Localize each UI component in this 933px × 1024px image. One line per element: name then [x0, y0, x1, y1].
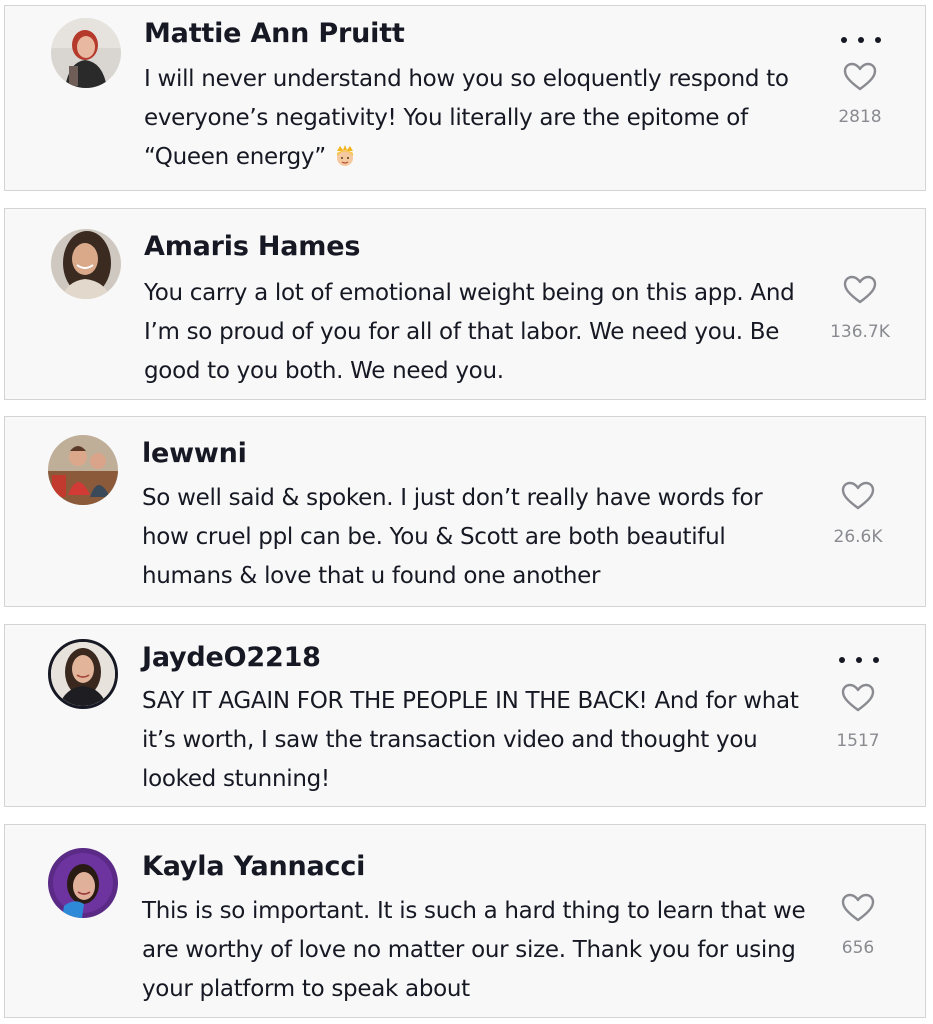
like-count: 1517: [836, 731, 880, 751]
avatar[interactable]: [48, 848, 118, 918]
avatar[interactable]: [48, 435, 118, 505]
heart-icon[interactable]: [841, 683, 875, 713]
username[interactable]: JaydeO2218: [142, 642, 321, 673]
like-count: 136.7K: [830, 322, 890, 342]
like-count: 26.6K: [833, 527, 883, 547]
avatar[interactable]: [51, 229, 121, 299]
avatar[interactable]: [48, 639, 118, 709]
comment-card: Kayla Yannacci This is so important. It …: [4, 824, 926, 1018]
heart-icon[interactable]: [841, 481, 875, 511]
avatar[interactable]: [51, 18, 121, 88]
like-count: 2818: [838, 107, 882, 127]
princess-emoji-icon: [332, 141, 358, 180]
comment-text: I will never understand how you so eloqu…: [144, 60, 816, 180]
username[interactable]: Kayla Yannacci: [142, 851, 365, 882]
username[interactable]: Amaris Hames: [144, 231, 360, 262]
comment-card: Mattie Ann Pruitt I will never understan…: [4, 5, 926, 191]
comment-card: JaydeO2218 SAY IT AGAIN FOR THE PEOPLE I…: [4, 624, 926, 807]
heart-icon[interactable]: [843, 275, 877, 305]
comment-text: This is so important. It is such a hard …: [142, 898, 806, 1002]
more-options-icon[interactable]: [841, 33, 881, 47]
username[interactable]: lewwni: [142, 438, 247, 469]
comment-card: Amaris Hames You carry a lot of emotiona…: [4, 208, 926, 400]
username[interactable]: Mattie Ann Pruitt: [144, 18, 405, 49]
comment-card: lewwni So well said & spoken. I just don…: [4, 416, 926, 607]
comment-text: You carry a lot of emotional weight bein…: [144, 280, 795, 384]
comment-body: I will never understand how you so eloqu…: [144, 66, 789, 170]
more-options-icon[interactable]: [839, 653, 879, 667]
like-count: 656: [841, 938, 875, 958]
heart-icon[interactable]: [841, 893, 875, 923]
comment-text: So well said & spoken. I just don’t real…: [142, 485, 763, 589]
heart-icon[interactable]: [843, 62, 877, 92]
comment-text: SAY IT AGAIN FOR THE PEOPLE IN THE BACK!…: [142, 688, 799, 792]
